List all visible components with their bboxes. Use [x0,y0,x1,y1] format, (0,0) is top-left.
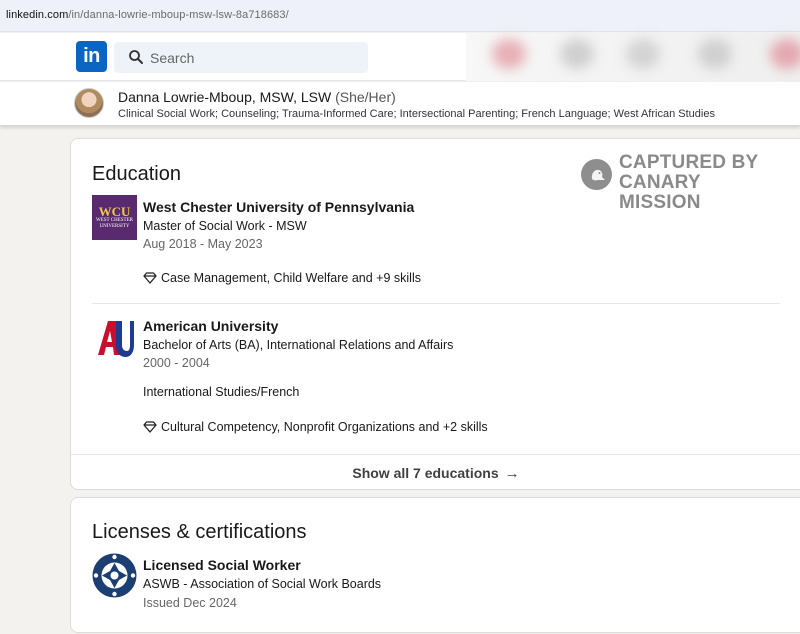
licenses-card: Licenses & certifications Licensed Socia… [70,497,800,633]
american-university-logo[interactable] [92,315,137,360]
license-issued-date: Issued Dec 2024 [143,596,237,610]
canary-bird-icon [581,159,612,190]
browser-url-bar[interactable]: linkedin.com/in/danna-lowrie-mboup-msw-l… [0,0,800,32]
education-card: Education CAPTURED BY CANARY MISSION WCU… [70,138,800,490]
search-box[interactable] [114,42,368,73]
show-all-label: Show all 7 educations [352,465,499,481]
skills-text: Case Management, Child Welfare and +9 sk… [161,271,421,285]
school-name[interactable]: West Chester University of Pennsylvania [143,199,414,215]
license-name[interactable]: Licensed Social Worker [143,557,301,573]
license-issuer: ASWB - Association of Social Work Boards [143,577,382,591]
top-navbar: in [0,33,800,81]
entry-divider [92,303,780,304]
licenses-title: Licenses & certifications [92,521,307,543]
dates: Aug 2018 - May 2023 [143,237,263,251]
arrow-right-icon: → [504,464,520,482]
education-title: Education [92,163,181,185]
wcu-logo[interactable]: WCU WEST CHESTER UNIVERSITY [92,195,137,240]
sticky-profile-header: Danna Lowrie-Mboup, MSW, LSW (She/Her) C… [0,82,800,126]
skills-diamond-icon [143,272,157,284]
profile-headline: Clinical Social Work; Counseling; Trauma… [118,108,715,120]
url-path: /in/danna-lowrie-mboup-msw-lsw-8a718683/ [68,9,289,21]
url-domain: linkedin.com [6,9,69,21]
blurred-nav-icons [466,33,800,81]
profile-name-text: Danna Lowrie-Mboup, MSW, LSW [118,89,332,105]
wcu-logo-letters: WCU [98,203,131,219]
avatar[interactable] [74,88,104,118]
profile-name: Danna Lowrie-Mboup, MSW, LSW (She/Her) [118,89,396,105]
skills-diamond-icon [143,421,157,433]
search-input[interactable] [150,42,350,73]
watermark-line-2: CANARY MISSION [619,172,701,213]
linkedin-logo[interactable]: in [76,41,107,72]
show-all-educations-button[interactable]: Show all 7 educations → [71,455,800,491]
profile-pronouns: (She/Her) [335,89,396,105]
url-text[interactable]: linkedin.com/in/danna-lowrie-mboup-msw-l… [6,9,289,21]
degree: Bachelor of Arts (BA), International Rel… [143,338,454,352]
wcu-logo-subtext: WEST CHESTER UNIVERSITY [96,217,133,229]
education-description: International Studies/French [143,385,300,399]
watermark-line-1: CAPTURED BY [619,152,759,173]
dates: 2000 - 2004 [143,356,210,370]
skills-text: Cultural Competency, Nonprofit Organizat… [161,420,488,434]
degree: Master of Social Work - MSW [143,219,307,233]
skills-link[interactable]: Case Management, Child Welfare and +9 sk… [143,271,421,285]
aswb-logo[interactable] [92,553,137,598]
watermark: CAPTURED BY CANARY MISSION [581,153,781,213]
skills-link[interactable]: Cultural Competency, Nonprofit Organizat… [143,420,488,434]
school-name[interactable]: American University [143,318,278,334]
search-icon [129,50,143,64]
watermark-text: CAPTURED BY CANARY MISSION [619,153,781,213]
